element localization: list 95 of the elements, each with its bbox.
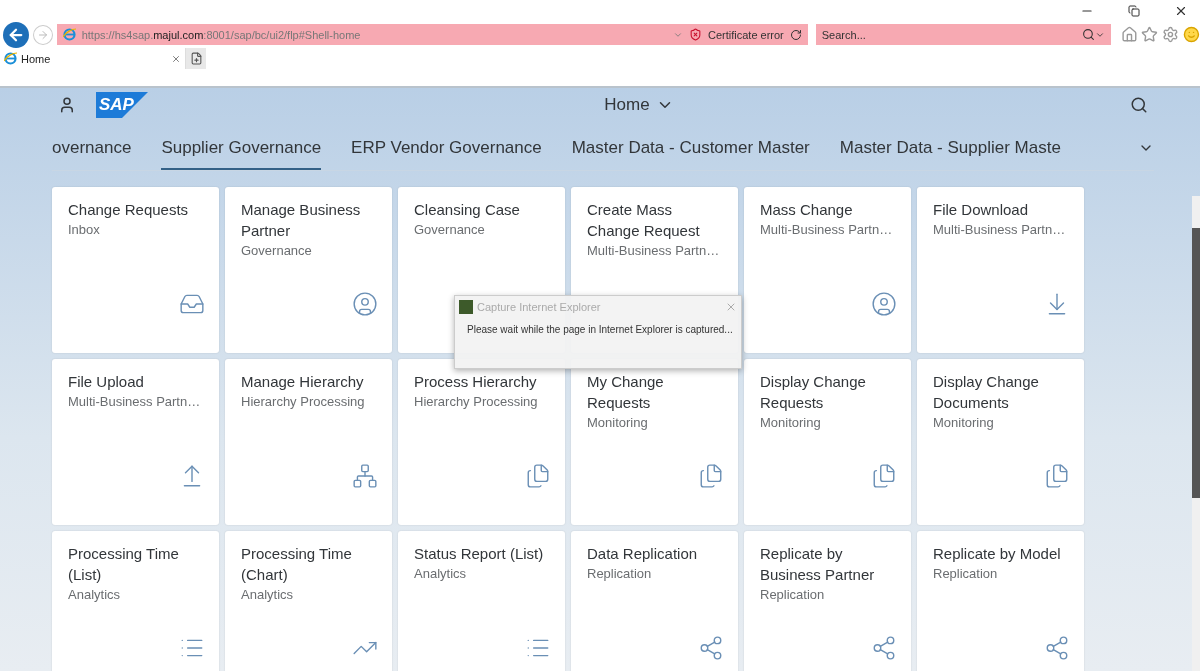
app-tile[interactable]: Manage Hierarchy Hierarchy Processing <box>225 359 392 525</box>
tile-subtitle: Multi-Business Partn… <box>68 393 202 411</box>
tile-subtitle: Multi-Business Partn… <box>587 242 721 260</box>
app-tile[interactable]: Manage Business Partner Governance <box>225 187 392 353</box>
tile-title: Change Requests <box>68 200 190 220</box>
app-tile[interactable]: Mass Change Multi-Business Partn… <box>744 187 911 353</box>
search-input[interactable]: Search... <box>821 28 1082 41</box>
tile-subtitle: Replication <box>760 586 826 604</box>
tile-title: Status Report (List) <box>414 544 545 564</box>
group-tab[interactable]: overnance <box>52 138 132 170</box>
app-tile[interactable]: File Upload Multi-Business Partn… <box>52 359 219 525</box>
tile-subtitle: Inbox <box>68 221 101 239</box>
documents-icon <box>871 463 897 489</box>
app-tile[interactable]: Processing Time (Chart) Analytics <box>225 531 392 671</box>
person-circle-icon <box>871 291 897 317</box>
back-button[interactable] <box>3 21 29 48</box>
app-tile[interactable]: Display Change Requests Monitoring <box>744 359 911 525</box>
tile-subtitle: Analytics <box>68 586 122 604</box>
documents-icon <box>525 463 551 489</box>
tile-subtitle: Multi-Business Partn… <box>933 221 1067 239</box>
new-tab-button[interactable] <box>186 48 206 69</box>
app-tile[interactable]: Display Change Documents Monitoring <box>917 359 1084 525</box>
tile-subtitle: Analytics <box>241 586 295 604</box>
user-icon <box>58 96 76 114</box>
app-tile[interactable]: File Download Multi-Business Partn… <box>917 187 1084 353</box>
restore-icon[interactable] <box>1128 5 1140 17</box>
documents-icon <box>1044 463 1070 489</box>
tile-title: File Upload <box>68 372 145 392</box>
app-tile[interactable]: Replicate by Business Partner Replication <box>744 531 911 671</box>
refresh-icon[interactable] <box>789 28 802 41</box>
star-icon[interactable] <box>1141 26 1159 43</box>
url-text: https://hs4sap.majul.com:8001/sap/bc/ui2/flp#Shell-home <box>81 28 362 41</box>
certificate-error-text[interactable]: Certificate error <box>708 28 784 41</box>
tile-subtitle: Governance <box>241 242 313 260</box>
search-field[interactable]: Search... <box>815 24 1111 45</box>
tile-title: Processing Time (List) <box>68 544 180 585</box>
tile-title: Process Hierarchy <box>414 372 538 392</box>
browser-logo-icon <box>62 28 76 41</box>
tile-subtitle: Governance <box>414 221 486 239</box>
share-icon <box>698 635 724 661</box>
shield-error-icon <box>689 28 702 41</box>
search-button[interactable] <box>1130 96 1148 114</box>
address-bar[interactable]: https://hs4sap.majul.com:8001/sap/bc/ui2/flp#Shell-home Certificate error <box>56 24 808 45</box>
person-circle-icon <box>352 291 378 317</box>
tile-title: Display Change Requests <box>760 372 867 413</box>
settings-icon[interactable] <box>1162 26 1180 43</box>
tile-title: Display Change Documents <box>933 372 1040 413</box>
app-tile[interactable]: Process Hierarchy Hierarchy Processing <box>398 359 565 525</box>
group-tab[interactable]: Supplier Governance <box>161 138 322 170</box>
forward-arrow-icon <box>36 28 49 41</box>
tile-subtitle: Monitoring <box>587 414 649 432</box>
group-tab[interactable]: ERP Vendor Governance <box>351 138 542 170</box>
group-tab[interactable]: Master Data - Customer Master <box>571 138 810 170</box>
share-icon <box>871 635 897 661</box>
tile-title: Replicate by Business Partner <box>760 544 876 585</box>
app-tile[interactable]: Status Report (List) Analytics <box>398 531 565 671</box>
app-tile[interactable]: Data Replication Replication <box>571 531 738 671</box>
app-tile[interactable]: Processing Time (List) Analytics <box>52 531 219 671</box>
tile-title: Processing Time (Chart) <box>241 544 353 585</box>
tile-subtitle: Monitoring <box>760 414 822 432</box>
logo: SAP <box>96 92 148 118</box>
tile-subtitle: Monitoring <box>933 414 995 432</box>
close-icon[interactable] <box>1174 4 1188 18</box>
group-tab[interactable]: Master Data - Supplier Maste <box>839 138 1061 170</box>
tile-title: Replicate by Model <box>933 544 1062 564</box>
browser-logo-icon <box>4 52 17 65</box>
new-page-icon <box>189 52 203 65</box>
tile-subtitle: Multi-Business Partn… <box>760 221 894 239</box>
tile-title: Manage Hierarchy <box>241 372 365 392</box>
tile-subtitle: Replication <box>587 565 653 583</box>
tile-subtitle: Replication <box>933 565 999 583</box>
app-tile[interactable]: Replicate by Model Replication <box>917 531 1084 671</box>
app-icon <box>459 300 473 314</box>
hierarchy-icon <box>352 463 378 489</box>
app-tile[interactable]: Change Requests Inbox <box>52 187 219 353</box>
page-title-button[interactable]: Home <box>604 95 674 115</box>
tile-title: Create Mass Change Request <box>587 200 701 241</box>
tab-title: Home <box>21 52 52 65</box>
search-icon[interactable] <box>1081 28 1095 41</box>
search-icon <box>1130 96 1148 114</box>
tile-title: My Change Requests <box>587 372 665 413</box>
tile-subtitle: Analytics <box>414 565 468 583</box>
tile-title: File Download <box>933 200 1030 220</box>
documents-icon <box>698 463 724 489</box>
tile-title: Data Replication <box>587 544 699 564</box>
tile-subtitle: Hierarchy Processing <box>241 393 366 411</box>
tile-title: Manage Business Partner <box>241 200 362 241</box>
user-button[interactable] <box>58 96 76 114</box>
scrollbar[interactable] <box>1192 196 1200 671</box>
home-icon[interactable] <box>1120 26 1138 43</box>
tile-title: Cleansing Case <box>414 200 521 220</box>
share-icon <box>1044 635 1070 661</box>
page-title: Home <box>604 95 650 115</box>
tile-title: Mass Change <box>760 200 854 220</box>
tile-subtitle: Hierarchy Processing <box>414 393 539 411</box>
